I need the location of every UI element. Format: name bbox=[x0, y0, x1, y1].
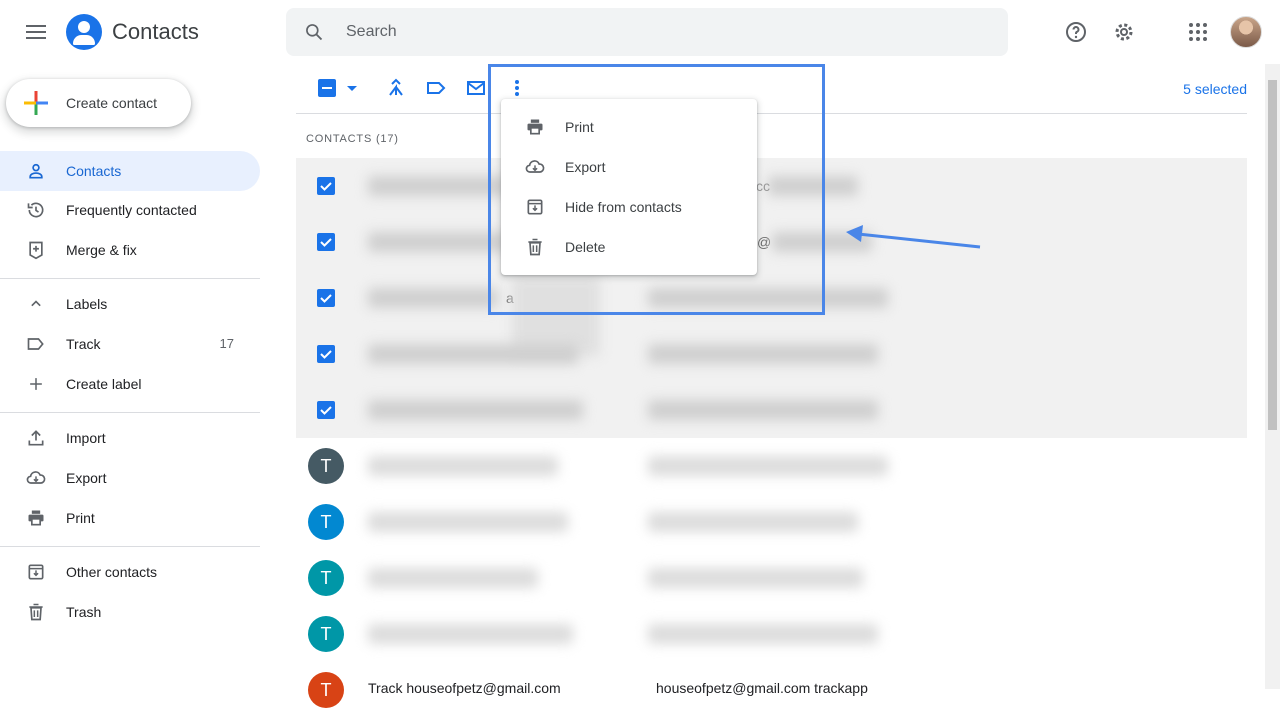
annotation-highlight-box bbox=[488, 64, 825, 315]
blurred-name bbox=[368, 344, 578, 364]
blurred-email bbox=[648, 624, 878, 644]
label-count: 17 bbox=[219, 336, 234, 351]
main-menu-button[interactable] bbox=[24, 20, 48, 44]
account-avatar[interactable] bbox=[1230, 16, 1262, 48]
apps-grid-icon[interactable] bbox=[1186, 20, 1210, 44]
checkmark-icon bbox=[320, 182, 332, 191]
sidebar-item-label: Frequently contacted bbox=[66, 202, 197, 218]
plus-icon bbox=[24, 91, 48, 115]
contact-avatar[interactable]: T bbox=[308, 448, 344, 484]
label-icon bbox=[27, 338, 44, 350]
checkmark-icon bbox=[320, 238, 332, 247]
blurred-email bbox=[648, 512, 858, 532]
row-checkbox[interactable] bbox=[317, 401, 335, 419]
blurred-name bbox=[368, 456, 558, 476]
sidebar-item-contacts[interactable]: Contacts bbox=[0, 151, 260, 191]
annotation-arrow-icon bbox=[846, 225, 981, 249]
contact-avatar[interactable]: T bbox=[308, 616, 344, 652]
settings-gear-icon[interactable] bbox=[1112, 20, 1136, 44]
row-checkbox[interactable] bbox=[317, 177, 335, 195]
sidebar-item-label-track[interactable]: Track 17 bbox=[0, 324, 260, 364]
sidebar-item-frequently-contacted[interactable]: Frequently contacted bbox=[0, 190, 260, 230]
create-label-text: Create label bbox=[66, 376, 142, 392]
trash-icon bbox=[29, 603, 43, 621]
search-icon[interactable] bbox=[304, 22, 324, 42]
person-icon bbox=[29, 163, 43, 179]
sidebar-item-import[interactable]: Import bbox=[0, 418, 260, 458]
checkmark-icon bbox=[320, 294, 332, 303]
sidebar-item-print[interactable]: Print bbox=[0, 498, 260, 538]
blurred-name bbox=[368, 232, 508, 252]
sidebar-item-label: Merge & fix bbox=[66, 242, 137, 258]
sidebar-item-label: Export bbox=[66, 470, 107, 486]
history-icon bbox=[27, 202, 44, 218]
sidebar-item-label: Import bbox=[66, 430, 106, 446]
create-contact-label: Create contact bbox=[66, 95, 158, 111]
blurred-name bbox=[368, 624, 573, 644]
labels-header-label: Labels bbox=[66, 296, 108, 312]
sidebar-divider bbox=[0, 546, 260, 547]
blurred-email bbox=[648, 456, 888, 476]
archive-icon bbox=[28, 564, 44, 580]
sidebar-item-label: Track bbox=[66, 336, 101, 352]
sidebar-item-export[interactable]: Export bbox=[0, 458, 260, 498]
blurred-name bbox=[368, 568, 538, 588]
create-label-item[interactable]: Create label bbox=[0, 364, 260, 404]
app-title: Contacts bbox=[112, 19, 199, 44]
blurred-email bbox=[648, 568, 863, 588]
sidebar-item-label: Other contacts bbox=[66, 564, 158, 580]
contact-name: Track houseofpetz@gmail.com bbox=[368, 680, 561, 696]
merge-icon[interactable] bbox=[386, 78, 406, 98]
sidebar-item-trash[interactable]: Trash bbox=[0, 592, 260, 632]
row-checkbox[interactable] bbox=[317, 345, 335, 363]
sidebar-item-label: Contacts bbox=[66, 163, 122, 179]
blurred-name bbox=[368, 176, 508, 196]
chevron-down-icon[interactable] bbox=[342, 78, 362, 98]
merge-fix-icon bbox=[29, 241, 43, 260]
sidebar-item-merge-fix[interactable]: Merge & fix bbox=[0, 230, 260, 270]
contact-avatar[interactable]: T bbox=[308, 560, 344, 596]
contacts-logo-icon bbox=[66, 14, 102, 50]
sidebar-divider bbox=[0, 412, 260, 413]
print-icon bbox=[28, 510, 44, 526]
contacts-section-header: CONTACTS (17) bbox=[306, 133, 399, 145]
vertical-scrollbar[interactable] bbox=[1265, 64, 1280, 689]
scrollbar-thumb[interactable] bbox=[1268, 80, 1277, 430]
help-icon[interactable] bbox=[1064, 20, 1088, 44]
row-checkbox[interactable] bbox=[317, 233, 335, 251]
label-icon[interactable] bbox=[426, 78, 446, 98]
plus-icon bbox=[30, 378, 42, 390]
checkmark-icon bbox=[320, 406, 332, 415]
sidebar-item-label: Trash bbox=[66, 604, 102, 620]
sidebar-item-other-contacts[interactable]: Other contacts bbox=[0, 552, 260, 592]
contact-avatar[interactable]: T bbox=[308, 672, 344, 708]
blurred-email bbox=[648, 344, 878, 364]
checkmark-icon bbox=[320, 350, 332, 359]
cloud-download-icon bbox=[26, 471, 46, 484]
labels-header[interactable]: Labels bbox=[0, 284, 260, 324]
app-header: Contacts Search bbox=[0, 0, 1280, 64]
indeterminate-icon bbox=[322, 87, 332, 89]
row-checkbox[interactable] bbox=[317, 289, 335, 307]
blurred-email bbox=[648, 400, 878, 420]
upload-icon bbox=[28, 430, 44, 446]
blurred-name bbox=[368, 400, 583, 420]
blurred-name bbox=[368, 288, 498, 308]
create-contact-button[interactable]: Create contact bbox=[6, 79, 191, 127]
search-input[interactable]: Search bbox=[346, 23, 397, 41]
contact-email: houseofpetz@gmail.com trackapp bbox=[656, 680, 868, 696]
selected-count: 5 selected bbox=[1183, 81, 1247, 97]
email-icon[interactable] bbox=[466, 78, 486, 98]
sidebar-divider bbox=[0, 278, 260, 279]
chevron-up-icon bbox=[31, 300, 41, 307]
sidebar-item-label: Print bbox=[66, 510, 95, 526]
contact-avatar[interactable]: T bbox=[308, 504, 344, 540]
select-all-checkbox[interactable] bbox=[318, 79, 336, 97]
blurred-name bbox=[368, 512, 568, 532]
search-bar[interactable]: Search bbox=[286, 8, 1008, 56]
